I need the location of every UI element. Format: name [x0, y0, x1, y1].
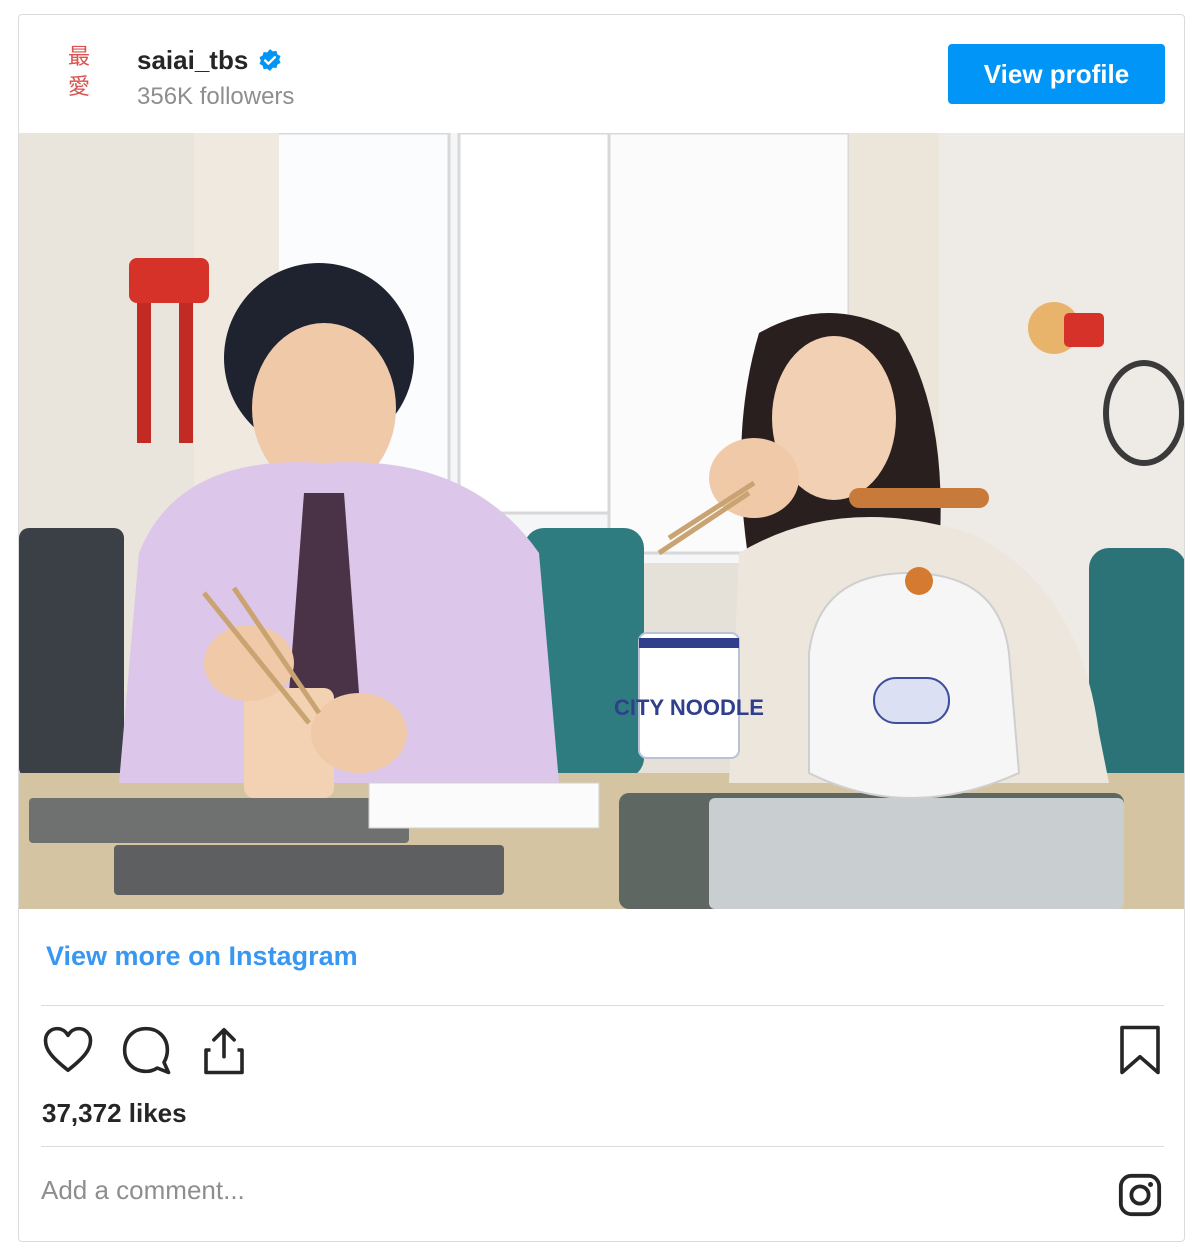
bookmark-icon[interactable]: [1113, 1023, 1167, 1077]
photo-illustration: CITY NOODLE: [19, 133, 1184, 909]
comment-bubble-icon[interactable]: [119, 1023, 173, 1077]
view-profile-button[interactable]: View profile: [948, 44, 1165, 104]
share-icon[interactable]: [197, 1023, 251, 1077]
heart-icon[interactable]: [41, 1023, 95, 1077]
avatar[interactable]: 最 愛: [59, 37, 99, 109]
view-more-link[interactable]: View more on Instagram: [46, 941, 358, 972]
instagram-embed-card: 最 愛 saiai_tbs 356K followers View profil…: [18, 14, 1185, 1242]
comment-input[interactable]: Add a comment...: [41, 1175, 245, 1206]
divider: [41, 1005, 1164, 1006]
post-header: 最 愛 saiai_tbs 356K followers View profil…: [19, 15, 1184, 133]
avatar-char: 最: [67, 45, 90, 70]
instagram-logo-icon[interactable]: [1117, 1172, 1163, 1218]
post-photo[interactable]: CITY NOODLE: [19, 133, 1184, 909]
divider: [41, 1146, 1164, 1147]
like-count[interactable]: 37,372 likes: [42, 1098, 187, 1129]
follower-count: 356K followers: [137, 83, 295, 110]
avatar-char: 愛: [67, 75, 90, 100]
username[interactable]: saiai_tbs: [137, 45, 248, 76]
verified-badge-icon: [259, 48, 281, 71]
username-row: saiai_tbs: [137, 45, 283, 76]
cup-noodle-label: CITY NOODLE: [614, 695, 764, 720]
